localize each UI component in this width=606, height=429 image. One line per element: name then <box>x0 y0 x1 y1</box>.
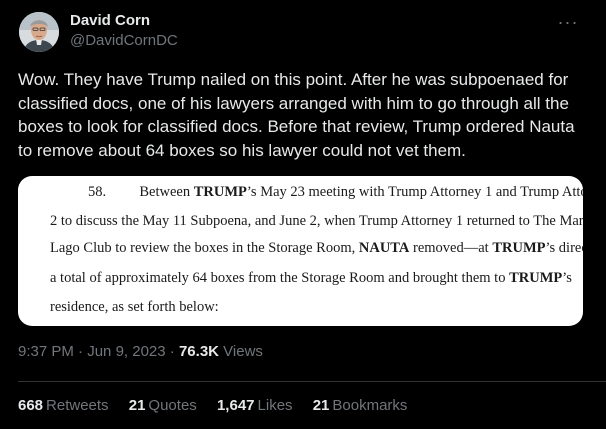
tweet-header: David Corn @DavidCornDC ··· <box>19 10 606 52</box>
stat-bookmarks[interactable]: 21 Bookmarks <box>313 397 408 414</box>
author-name[interactable]: David Corn <box>70 12 150 29</box>
views-label: Views <box>219 343 263 360</box>
stat-retweets[interactable]: 668 Retweets <box>18 397 109 414</box>
tweet-text: Wow. They have Trump nailed on this poin… <box>18 70 575 160</box>
divider <box>18 381 606 382</box>
doc-line-2: 2 to discuss the May 11 Subpoena, and Ju… <box>50 213 583 229</box>
doc-line-5: residence, as set forth below: <box>50 299 219 315</box>
stat-likes[interactable]: 1,647 Likes <box>217 397 293 414</box>
doc-line-1: 58. Between TRUMP’s May 23 meeting with … <box>88 184 583 200</box>
paragraph-number: 58. <box>88 184 107 200</box>
doc-line-4: a total of approximately 64 boxes from t… <box>50 270 572 286</box>
engagement-stats: 668 Retweets 21 Quotes 1,647 Likes 21 Bookma… <box>18 397 423 414</box>
tweet-time[interactable]: 9:37 PM <box>18 343 74 360</box>
avatar[interactable] <box>19 12 59 52</box>
tweet-date[interactable]: Jun 9, 2023 <box>87 343 165 360</box>
author-handle[interactable]: @DavidCornDC <box>70 32 178 49</box>
more-horizontal-icon[interactable]: ··· <box>556 10 580 34</box>
stat-quotes[interactable]: 21 Quotes <box>129 397 197 414</box>
views-count: 76.3K <box>178 343 219 360</box>
attached-document-image[interactable]: 58. Between TRUMP’s May 23 meeting with … <box>18 176 583 326</box>
doc-line-3: Lago Club to review the boxes in the Sto… <box>50 240 583 256</box>
tweet-meta: 9:37 PM · Jun 9, 2023 · 76.3K Views <box>18 343 263 360</box>
